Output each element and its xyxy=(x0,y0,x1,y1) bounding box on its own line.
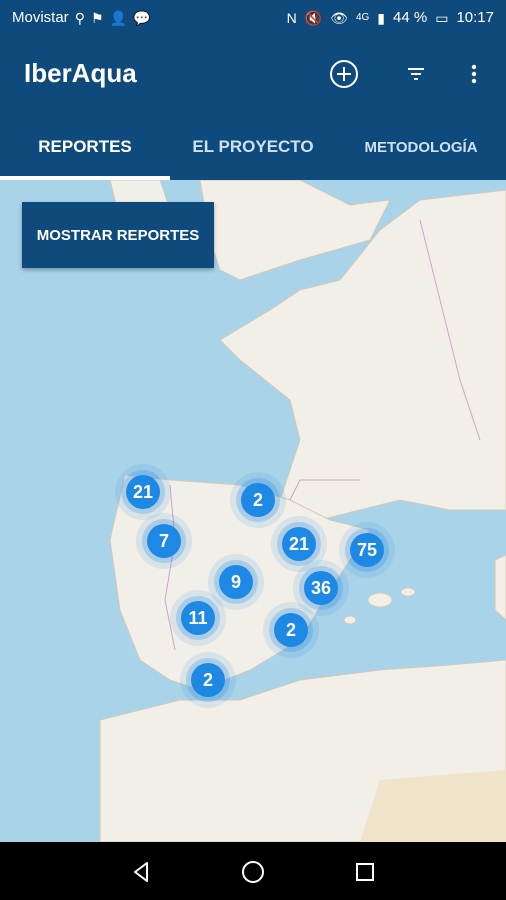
clock: 10:17 xyxy=(456,9,494,26)
usb-icon: ⚲ xyxy=(74,9,85,26)
battery-percent: 44 % xyxy=(393,9,428,26)
report-cluster[interactable]: 2 xyxy=(241,483,275,517)
tab-metodologia[interactable]: METODOLOGÍA xyxy=(336,114,506,180)
flag-icon: ⚑ xyxy=(90,9,104,26)
app-bar: IberAqua xyxy=(0,36,506,114)
network-type: 4G xyxy=(355,11,370,23)
report-cluster[interactable]: 21 xyxy=(282,527,316,561)
status-bar: Movistar ⚲ ⚑ 👤 💬 N 🔇 👁 4G ▮ 44 % ▭ 10:17 xyxy=(0,0,506,36)
eye-icon: 👁 xyxy=(330,9,348,26)
app-title: IberAqua xyxy=(24,58,137,88)
chat-icon: 💬 xyxy=(132,9,151,26)
navigation-bar xyxy=(0,842,506,900)
report-cluster[interactable]: 36 xyxy=(304,571,338,605)
add-circle-icon[interactable] xyxy=(326,56,362,92)
battery-icon: ▭ xyxy=(435,9,449,26)
home-icon[interactable] xyxy=(235,854,271,890)
signal-icon: ▮ xyxy=(377,9,386,26)
tab-bar: REPORTES EL PROYECTO METODOLOGÍA xyxy=(0,114,506,180)
recents-icon[interactable] xyxy=(347,854,383,890)
nfc-icon: N xyxy=(286,9,297,26)
report-cluster[interactable]: 21 xyxy=(126,475,160,509)
report-cluster[interactable]: 11 xyxy=(181,601,215,635)
carrier-label: Movistar xyxy=(12,9,69,26)
mute-icon: 🔇 xyxy=(304,9,323,26)
report-cluster[interactable]: 75 xyxy=(350,533,384,567)
map-view[interactable]: MOSTRAR REPORTES 21 2 7 21 75 9 36 11 2 … xyxy=(0,180,506,842)
filter-icon[interactable] xyxy=(398,56,434,92)
back-icon[interactable] xyxy=(123,854,159,890)
person-add-icon: 👤 xyxy=(109,9,127,26)
report-cluster[interactable]: 2 xyxy=(191,663,225,697)
mostrar-reportes-button[interactable]: MOSTRAR REPORTES xyxy=(22,202,214,268)
report-cluster[interactable]: 2 xyxy=(274,613,308,647)
tab-reportes[interactable]: REPORTES xyxy=(0,114,170,180)
report-cluster[interactable]: 9 xyxy=(219,565,253,599)
report-cluster[interactable]: 7 xyxy=(147,524,181,558)
more-vert-icon[interactable] xyxy=(456,56,492,92)
tab-el-proyecto[interactable]: EL PROYECTO xyxy=(170,114,336,180)
